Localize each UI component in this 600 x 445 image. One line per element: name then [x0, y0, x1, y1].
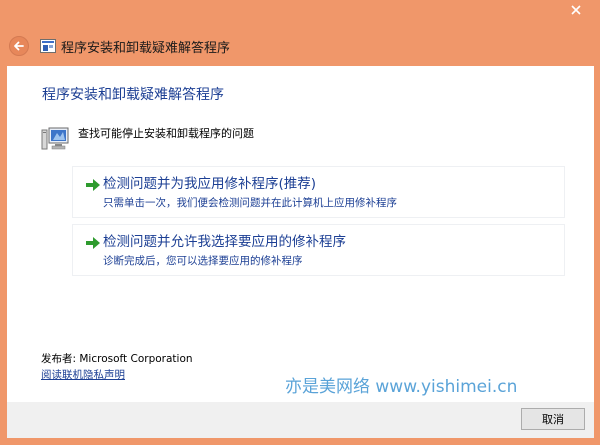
green-arrow-icon	[86, 237, 100, 249]
close-icon	[570, 4, 581, 15]
green-arrow-icon	[86, 179, 100, 191]
window-title: 程序安装和卸载疑难解答程序	[61, 41, 231, 56]
close-button[interactable]	[560, 0, 591, 19]
option-title: 检测问题并允许我选择要应用的修补程序	[103, 234, 346, 250]
problem-description: 查找可能停止安装和卸载程序的问题	[41, 123, 581, 153]
problem-text: 查找可能停止安装和卸载程序的问题	[78, 127, 254, 140]
option-auto-fix[interactable]: 检测问题并为我应用修补程序(推荐) 只需单击一次，我们便会检测问题并在此计算机上…	[72, 166, 565, 218]
page-heading: 程序安装和卸载疑难解答程序	[42, 87, 224, 103]
back-button[interactable]	[9, 36, 29, 56]
title-bar: 程序安装和卸载疑难解答程序	[0, 30, 600, 64]
cancel-button[interactable]: 取消	[521, 408, 585, 430]
publisher-label: 发布者: Microsoft Corporation	[41, 353, 193, 365]
troubleshooter-icon	[40, 39, 56, 53]
back-arrow-icon	[14, 41, 24, 51]
troubleshooter-window: 程序安装和卸载疑难解答程序 程序安装和卸载疑难解答程序 查找可能停止安装和卸载程…	[0, 0, 600, 445]
option-choose-fix[interactable]: 检测问题并允许我选择要应用的修补程序 诊断完成后，您可以选择要应用的修补程序	[72, 224, 565, 276]
option-title: 检测问题并为我应用修补程序(推荐)	[103, 176, 317, 192]
content-pane: 程序安装和卸载疑难解答程序 查找可能停止安装和卸载程序的问题 检测问题并为我应用…	[7, 66, 594, 402]
watermark-text: 亦是美网络 www.yishimei.cn	[285, 377, 518, 397]
option-description: 只需单击一次，我们便会检测问题并在此计算机上应用修补程序	[103, 197, 397, 209]
computer-problem-icon	[41, 127, 69, 150]
footer-bar: 取消	[7, 402, 594, 438]
privacy-statement-link[interactable]: 阅读联机隐私声明	[41, 367, 125, 382]
option-description: 诊断完成后，您可以选择要应用的修补程序	[103, 255, 303, 267]
